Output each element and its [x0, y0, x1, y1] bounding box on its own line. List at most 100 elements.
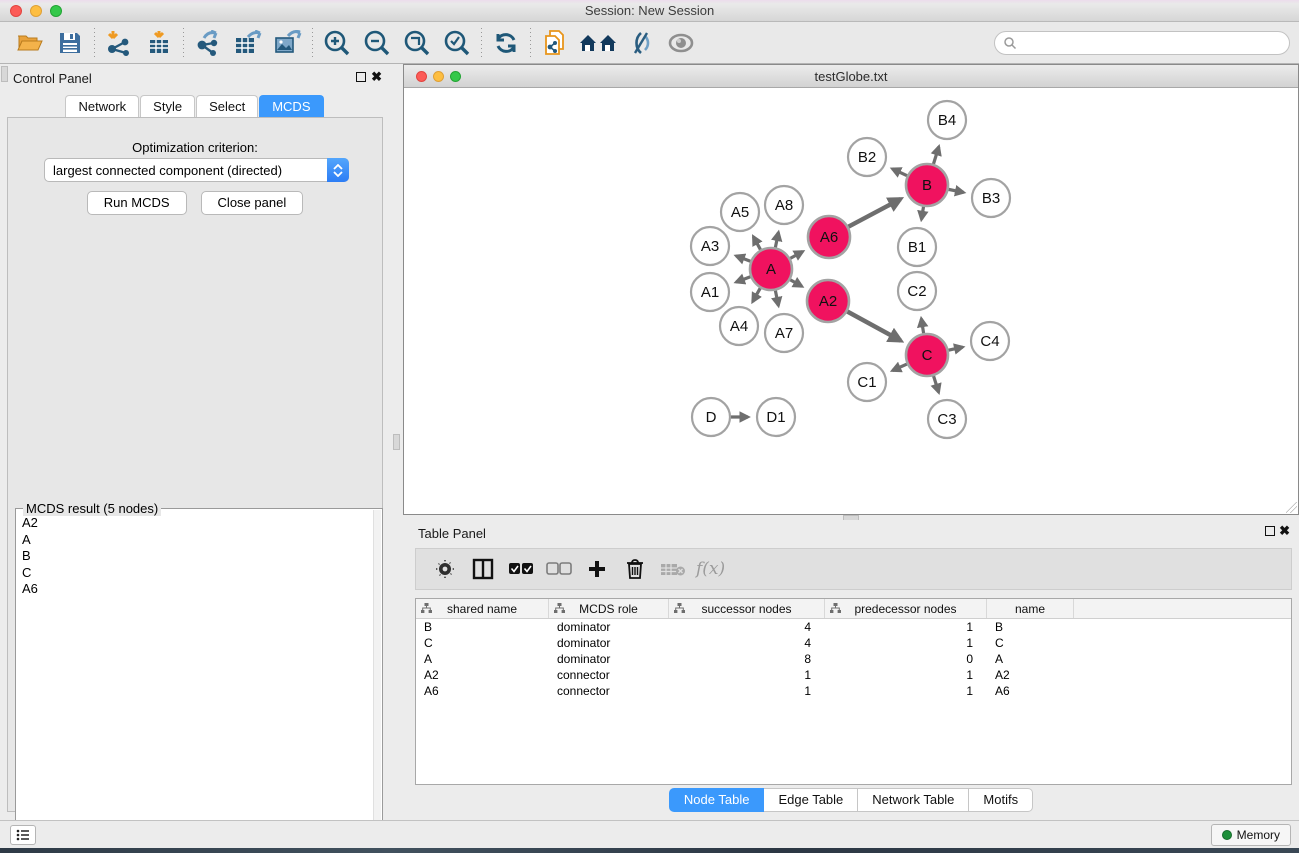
graph-edge-B-B3[interactable] [949, 189, 964, 192]
zoom-selected-icon[interactable] [437, 26, 477, 60]
table-cell: A [416, 652, 549, 666]
window-resize-grip[interactable] [1286, 502, 1297, 513]
graph-edge-A-A4[interactable] [753, 288, 761, 301]
tab-motifs[interactable]: Motifs [969, 788, 1033, 812]
graph-edge-C-C4[interactable] [948, 347, 962, 350]
table-row[interactable]: Adominator80A [416, 651, 1291, 667]
table-row[interactable]: Bdominator41B [416, 619, 1291, 635]
graph-edge-B-B1[interactable] [921, 207, 923, 220]
tab-select[interactable]: Select [196, 95, 258, 118]
vertical-divider-grip[interactable] [393, 434, 400, 450]
tab-mcds[interactable]: MCDS [259, 95, 323, 118]
criterion-dropdown[interactable]: largest connected component (directed) [44, 158, 349, 182]
select-all-columns-icon[interactable] [502, 552, 540, 586]
graph-edge-A-A6[interactable] [790, 251, 802, 258]
column-header-MCDS-role[interactable]: MCDS role [549, 599, 669, 618]
zoom-in-icon[interactable] [317, 26, 357, 60]
table-cell: 1 [825, 668, 987, 682]
float-panel-icon[interactable] [356, 71, 366, 85]
show-column-panel-icon[interactable] [464, 552, 502, 586]
graph-edge-A-A2[interactable] [790, 280, 802, 287]
graph-edge-A-A8[interactable] [775, 232, 778, 247]
export-table-icon[interactable] [228, 26, 268, 60]
open-session-icon[interactable] [10, 26, 50, 60]
result-item[interactable]: C [22, 565, 373, 582]
mcds-result-title: MCDS result (5 nodes) [23, 501, 161, 516]
result-item[interactable]: A [22, 532, 373, 549]
panel-drag-grip[interactable] [1, 66, 8, 82]
graph-node-label-C1: C1 [857, 374, 876, 391]
zoom-out-icon[interactable] [357, 26, 397, 60]
graph-edge-A2-C[interactable] [847, 312, 900, 341]
tab-network[interactable]: Network [65, 95, 139, 118]
column-header-successor-nodes[interactable]: successor nodes [669, 599, 825, 618]
function-builder-icon[interactable]: f(x) [692, 559, 725, 579]
table-row[interactable]: Cdominator41C [416, 635, 1291, 651]
graph-edge-C-C1[interactable] [893, 364, 907, 370]
graph-edge-C-C3[interactable] [934, 376, 939, 392]
graph-edge-A-A7[interactable] [775, 291, 778, 306]
table-cell: C [987, 636, 1074, 650]
node-table[interactable]: shared nameMCDS rolesuccessor nodesprede… [415, 598, 1292, 785]
search-field[interactable] [994, 31, 1290, 55]
graph-edge-A6-B[interactable] [848, 199, 900, 227]
unselect-all-columns-icon[interactable] [540, 552, 578, 586]
result-scrollbar[interactable] [373, 510, 381, 851]
run-mcds-button[interactable]: Run MCDS [87, 191, 187, 215]
column-header-filler [1074, 599, 1291, 618]
tab-node-table[interactable]: Node Table [669, 788, 765, 812]
column-header-predecessor-nodes[interactable]: predecessor nodes [825, 599, 987, 618]
graph-edge-A-A3[interactable] [736, 256, 750, 261]
import-network-icon[interactable] [99, 26, 139, 60]
desktop-background-strip [0, 848, 1299, 853]
export-image-icon[interactable] [268, 26, 308, 60]
export-network-icon[interactable] [188, 26, 228, 60]
graph-edge-C-C2[interactable] [921, 319, 923, 334]
table-cell: dominator [549, 620, 669, 634]
graph-edge-A-A5[interactable] [753, 237, 760, 250]
table-cell: C [416, 636, 549, 650]
toggle-bird-eye-icon[interactable] [661, 26, 701, 60]
tab-edge-table[interactable]: Edge Table [764, 788, 858, 812]
table-cell: 8 [669, 652, 825, 666]
control-panel-title: Control Panel [13, 71, 92, 86]
graph-edge-A-A1[interactable] [736, 277, 750, 282]
close-table-panel-icon[interactable]: ✖ [1279, 523, 1290, 539]
table-row[interactable]: A2connector11A2 [416, 667, 1291, 683]
table-cell: 0 [825, 652, 987, 666]
home-layout-icon[interactable] [575, 26, 621, 60]
graph-node-label-D: D [706, 409, 717, 426]
network-canvas[interactable]: B4B2BB3A8A5A6A3B1AA1C2A2A4A7C4CC1DD1C3 [404, 88, 1298, 514]
mcds-result-list[interactable]: A2ABCA6 [17, 515, 373, 851]
column-header-shared-name[interactable]: shared name [416, 599, 549, 618]
zoom-fit-icon[interactable] [397, 26, 437, 60]
create-column-plus-icon[interactable] [578, 552, 616, 586]
close-panel-button[interactable]: Close panel [201, 191, 304, 215]
memory-button[interactable]: Memory [1211, 824, 1291, 846]
graph-edge-B-B4[interactable] [933, 147, 938, 164]
delete-column-trash-icon[interactable] [616, 552, 654, 586]
table-row[interactable]: A6connector11A6 [416, 683, 1291, 699]
tab-style[interactable]: Style [140, 95, 195, 118]
float-table-panel-icon[interactable] [1265, 525, 1275, 539]
main-toolbar [0, 22, 1299, 64]
network-window-titlebar[interactable]: testGlobe.txt [404, 65, 1298, 88]
result-item[interactable]: B [22, 548, 373, 565]
result-item[interactable]: A6 [22, 581, 373, 598]
table-cell: A6 [987, 684, 1074, 698]
delete-table-icon[interactable] [654, 552, 692, 586]
search-input[interactable] [1017, 34, 1289, 52]
table-settings-gear-icon[interactable] [426, 552, 464, 586]
close-panel-icon[interactable]: ✖ [371, 69, 382, 85]
import-table-icon[interactable] [139, 26, 179, 60]
hide-graphics-details-icon[interactable] [621, 26, 661, 60]
refresh-icon[interactable] [486, 26, 526, 60]
result-item[interactable]: A2 [22, 515, 373, 532]
tab-network-table[interactable]: Network Table [858, 788, 969, 812]
save-session-icon[interactable] [50, 26, 90, 60]
table-cell: 4 [669, 636, 825, 650]
task-history-list-icon[interactable] [10, 825, 36, 845]
graph-edge-B-B2[interactable] [892, 169, 907, 176]
copy-network-icon[interactable] [535, 26, 575, 60]
column-header-name[interactable]: name [987, 599, 1074, 618]
